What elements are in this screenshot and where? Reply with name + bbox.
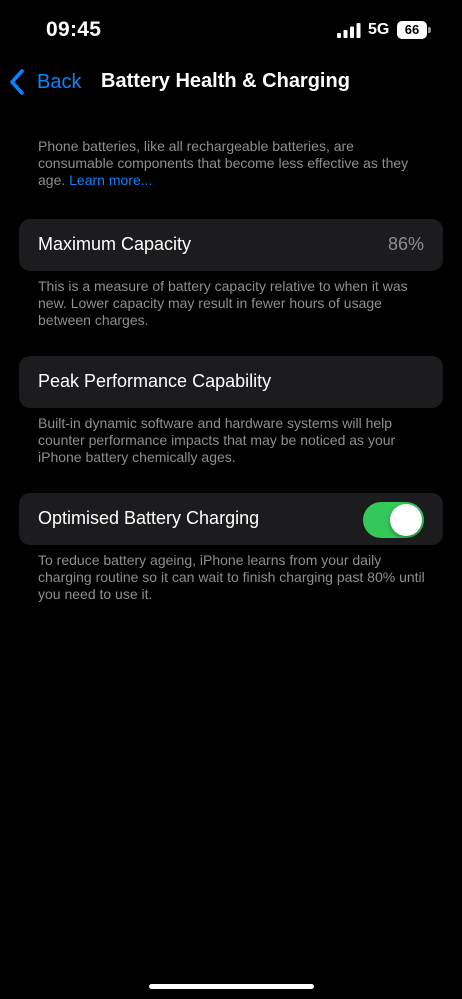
optimised-charging-row: Optimised Battery Charging: [19, 493, 443, 545]
intro-text: Phone batteries, like all rechargeable b…: [38, 138, 433, 189]
peak-performance-row[interactable]: Peak Performance Capability: [19, 356, 443, 408]
toggle-knob: [390, 504, 422, 536]
optimised-charging-label: Optimised Battery Charging: [38, 508, 260, 528]
peak-performance-footnote: Built-in dynamic software and hardware s…: [38, 415, 396, 465]
back-button[interactable]: Back: [8, 66, 81, 98]
battery-cap: [428, 27, 431, 33]
chevron-left-icon: [10, 69, 24, 95]
page-title: Battery Health & Charging: [101, 70, 350, 92]
maximum-capacity-footnote: This is a measure of battery capacity re…: [38, 278, 408, 328]
cellular-signal-icon: [337, 23, 361, 38]
optimised-charging-footnote: To reduce battery ageing, iPhone learns …: [38, 552, 425, 602]
back-label: Back: [37, 70, 82, 93]
maximum-capacity-label: Maximum Capacity: [38, 234, 192, 254]
learn-more-link[interactable]: Learn more...: [69, 172, 152, 188]
status-time: 09:45: [46, 18, 102, 41]
home-indicator[interactable]: [149, 984, 314, 989]
maximum-capacity-row: Maximum Capacity 86%: [19, 219, 443, 271]
optimised-charging-toggle[interactable]: [363, 502, 424, 538]
maximum-capacity-value: 86%: [387, 234, 424, 254]
battery-level-text: 66: [397, 21, 427, 39]
navigation-bar: Back Battery Health & Charging: [0, 60, 462, 104]
peak-performance-label: Peak Performance Capability: [38, 371, 272, 391]
network-type-label: 5G: [368, 21, 390, 38]
battery-icon: 66: [397, 21, 431, 39]
status-bar: 09:45 5G 66: [0, 0, 462, 60]
